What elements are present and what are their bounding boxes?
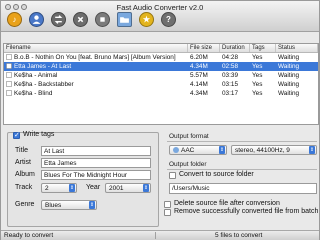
album-label: Album	[15, 171, 35, 178]
convert-button[interactable]	[51, 12, 66, 27]
window-title: Fast Audio Converter v2.0	[116, 3, 204, 12]
audio-file-icon	[6, 90, 12, 96]
output-folder-field[interactable]: /Users/Music	[169, 183, 317, 194]
filename-cell: Ke$ha - Animal	[4, 71, 188, 80]
table-row[interactable]: Ke$ha - Animal 5.57M 03:39 Yes Waiting	[4, 71, 318, 80]
convert-to-source-label: Convert to source folder	[179, 171, 254, 178]
format-icon	[173, 147, 179, 153]
table-row-selected[interactable]: Etta James - At Last 4.34M 02:58 Yes Wai…	[4, 62, 318, 71]
artist-field[interactable]: Etta James	[41, 158, 151, 168]
duration-cell: 03:17	[222, 90, 238, 97]
status-ready-text: Ready to convert	[4, 232, 54, 239]
status-cell: Waiting	[278, 72, 300, 79]
chevron-down-icon[interactable]: ⇕	[309, 146, 315, 154]
year-stepper[interactable]: 2001 ⇕	[105, 183, 151, 193]
output-folder-label: Output folder	[169, 161, 207, 168]
year-label: Year	[86, 184, 101, 191]
tags-cell: Yes	[252, 63, 263, 70]
track-label: Track	[15, 184, 33, 191]
duration-cell: 03:39	[222, 72, 238, 79]
edit-tags-button[interactable]	[29, 12, 44, 27]
album-field[interactable]: Blues For The Midnight Hour	[41, 170, 151, 180]
column-filename[interactable]: Filename	[4, 44, 188, 52]
status-count-text: 5 files to convert	[215, 232, 263, 239]
table-row[interactable]: Ke$ha - Backstabber 4.14M 03:15 Yes Wait…	[4, 80, 318, 89]
table-row[interactable]: Ke$ha - Blind 4.34M 03:17 Yes Waiting	[4, 89, 318, 98]
genre-label: Genre	[15, 201, 35, 208]
column-tags[interactable]: Tags	[250, 44, 276, 52]
size-cell: 6.20M	[190, 54, 208, 61]
stepper-arrows-icon[interactable]: ⇕	[143, 184, 149, 192]
tags-cell: Yes	[252, 81, 263, 88]
format-select[interactable]: AAC ⇕	[169, 145, 227, 155]
table-row[interactable]: B.o.B - Nothin On You [feat. Bruno Mars]…	[4, 53, 318, 62]
arrows-icon	[54, 15, 63, 24]
file-table: Filename File size Duration Tags Status …	[3, 43, 319, 125]
stop-icon	[100, 17, 105, 22]
audio-file-icon	[6, 72, 12, 78]
column-file-size[interactable]: File size	[188, 44, 220, 52]
size-cell: 4.14M	[190, 81, 208, 88]
tags-cell: Yes	[252, 54, 263, 61]
question-icon: ?	[166, 14, 171, 24]
remove-converted-label: Remove successfully converted file from …	[174, 208, 319, 215]
track-stepper[interactable]: 2 ⇕	[41, 183, 77, 193]
status-cell: Waiting	[278, 81, 300, 88]
divider	[167, 169, 317, 170]
title-bar: Fast Audio Converter v2.0 ♪ ★ ?	[1, 1, 319, 32]
audio-file-icon	[6, 63, 12, 69]
music-note-icon: ♪	[12, 14, 17, 24]
output-format-label: Output format	[169, 133, 209, 140]
size-cell: 5.57M	[190, 72, 208, 79]
genre-select[interactable]: Blues ⇕	[41, 200, 97, 210]
app-window: Fast Audio Converter v2.0 ♪ ★ ? Filename	[0, 0, 320, 240]
help-button[interactable]: ?	[161, 12, 176, 27]
status-cell: Waiting	[278, 54, 300, 61]
convert-to-source-checkbox[interactable]	[169, 172, 176, 179]
remove-button[interactable]	[73, 12, 88, 27]
audio-file-icon	[6, 81, 12, 87]
audio-file-icon	[6, 54, 12, 60]
favorite-button[interactable]: ★	[139, 12, 154, 27]
title-label: Title	[15, 147, 28, 154]
chevron-down-icon[interactable]: ⇕	[219, 146, 225, 154]
delete-source-label: Delete source file after conversion	[174, 200, 280, 207]
star-icon: ★	[142, 14, 151, 24]
tags-cell: Yes	[252, 90, 263, 97]
remove-converted-checkbox[interactable]	[164, 209, 171, 216]
status-divider	[155, 232, 156, 239]
duration-cell: 02:58	[222, 63, 238, 70]
write-tags-label: Write tags	[23, 131, 55, 138]
duration-cell: 04:28	[222, 54, 238, 61]
table-header: Filename File size Duration Tags Status	[4, 44, 318, 53]
delete-source-checkbox[interactable]	[164, 201, 171, 208]
status-cell: Waiting	[278, 63, 300, 70]
column-duration[interactable]: Duration	[220, 44, 250, 52]
size-cell: 4.34M	[190, 90, 208, 97]
folder-button[interactable]	[117, 12, 132, 27]
duration-cell: 03:15	[222, 81, 238, 88]
person-icon	[32, 15, 41, 24]
status-cell: Waiting	[278, 90, 300, 97]
stepper-arrows-icon[interactable]: ⇕	[69, 184, 75, 192]
divider	[167, 141, 317, 142]
quality-select[interactable]: stereo, 44100Hz, 9 ⇕	[231, 145, 317, 155]
filename-cell: B.o.B - Nothin On You [feat. Bruno Mars]…	[4, 53, 188, 62]
size-cell: 4.34M	[190, 63, 208, 70]
filename-cell: Ke$ha - Backstabber	[4, 80, 188, 89]
write-tags-checkbox[interactable]	[13, 131, 20, 139]
close-icon	[77, 16, 84, 23]
column-status[interactable]: Status	[276, 44, 318, 52]
add-files-button[interactable]: ♪	[7, 12, 22, 27]
filename-cell: Etta James - At Last	[4, 62, 188, 71]
folder-icon	[120, 17, 129, 23]
title-field[interactable]: At Last	[41, 146, 151, 156]
chevron-down-icon[interactable]: ⇕	[89, 201, 95, 209]
filename-cell: Ke$ha - Blind	[4, 89, 188, 98]
stop-button[interactable]	[95, 12, 110, 27]
status-bar: Ready to convert 5 files to convert	[1, 230, 319, 240]
artist-label: Artist	[15, 159, 31, 166]
tags-cell: Yes	[252, 72, 263, 79]
